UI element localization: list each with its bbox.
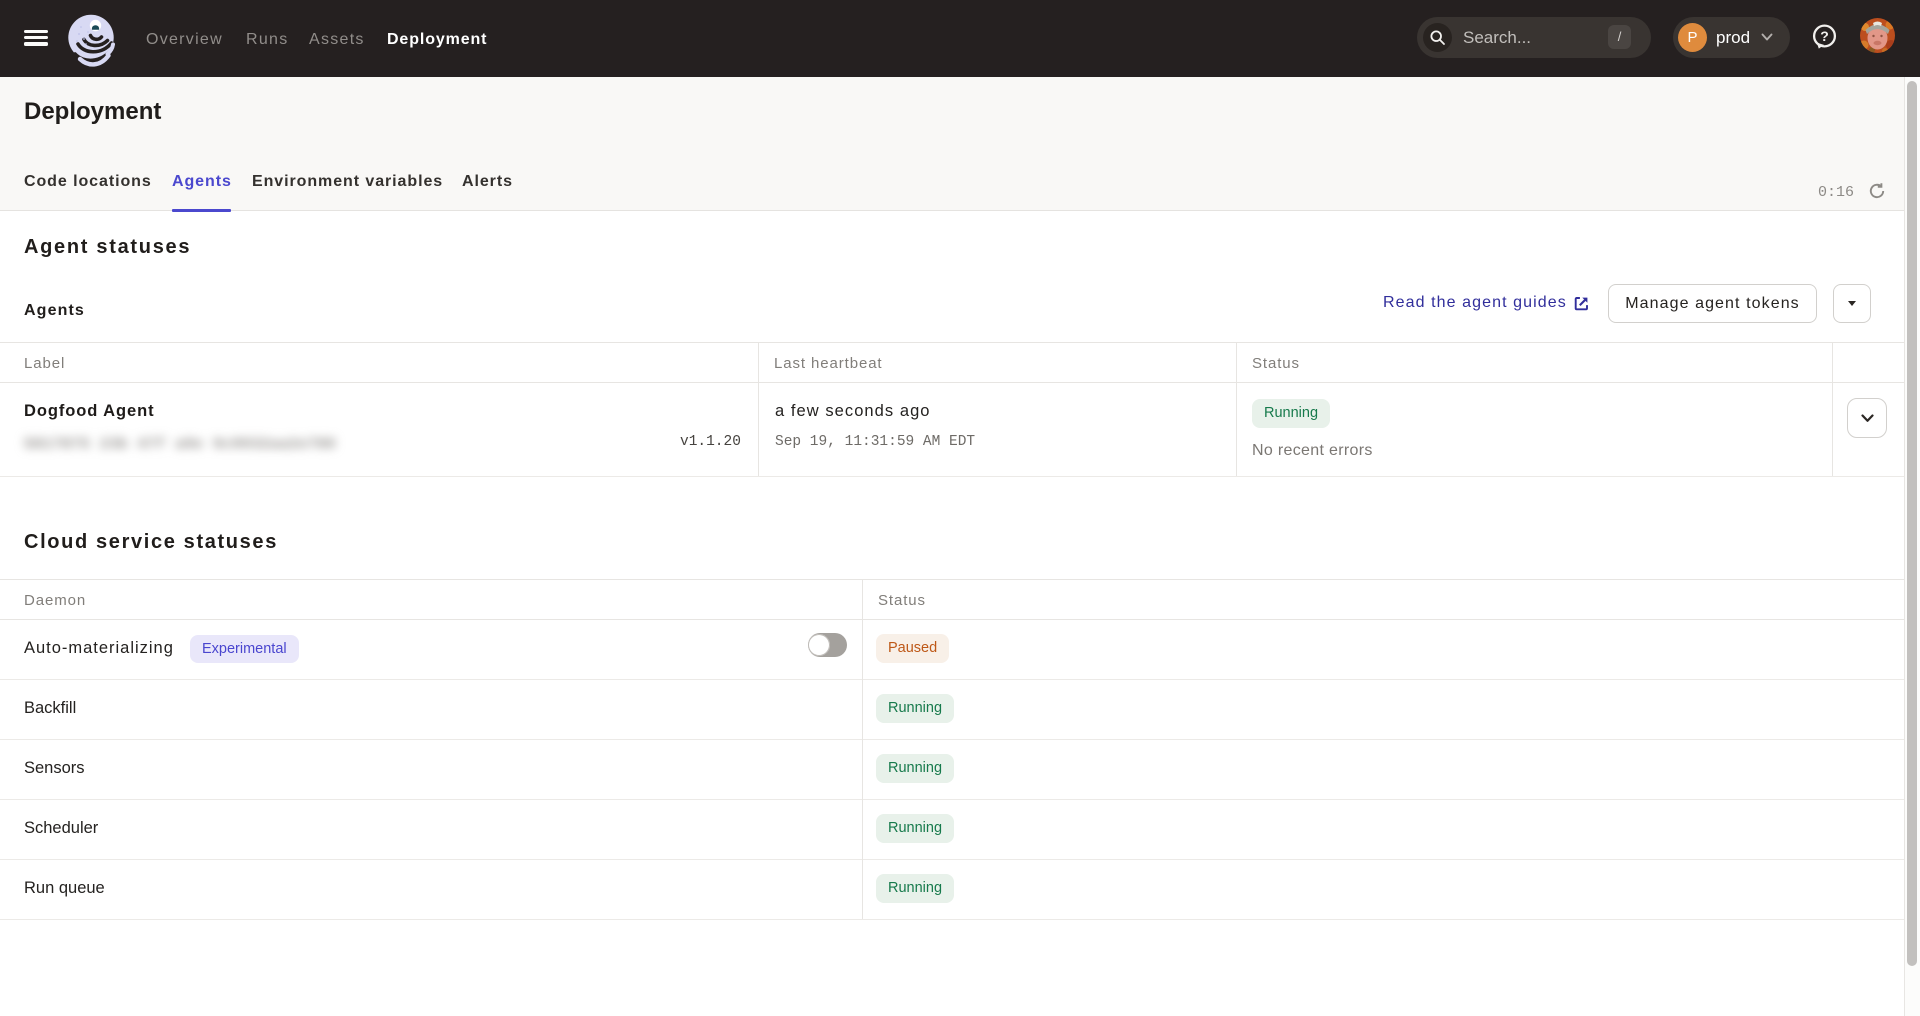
svg-text:?: ? (1820, 28, 1829, 44)
